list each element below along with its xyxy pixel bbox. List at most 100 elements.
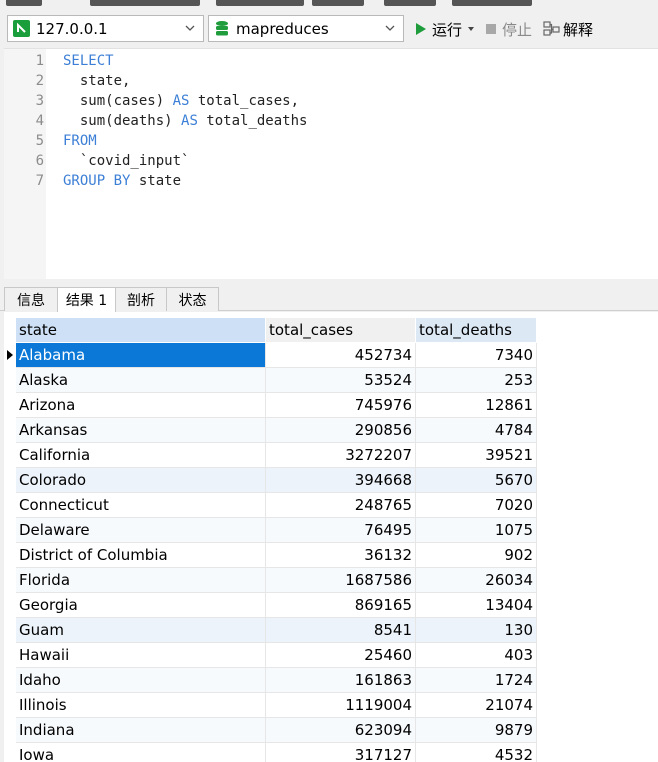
cell-total-deaths[interactable]: 13404	[416, 593, 537, 618]
tab-profile[interactable]: 剖析	[115, 287, 167, 311]
stop-button[interactable]: 停止	[486, 18, 532, 40]
table-row[interactable]: Arkansas 290856 4784	[4, 418, 537, 443]
row-header[interactable]	[4, 493, 16, 518]
row-header[interactable]	[4, 593, 16, 618]
cell-total-deaths[interactable]: 5670	[416, 468, 537, 493]
cell-total-deaths[interactable]: 4532	[416, 743, 537, 762]
table-row[interactable]: Arizona 745976 12861	[4, 393, 537, 418]
cell-state[interactable]: Georgia	[16, 593, 266, 618]
cell-total-cases[interactable]: 76495	[266, 518, 416, 543]
cell-total-cases[interactable]: 452734	[266, 343, 416, 368]
cell-total-cases[interactable]: 745976	[266, 393, 416, 418]
table-row[interactable]: Indiana 623094 9879	[4, 718, 537, 743]
table-row[interactable]: Georgia 869165 13404	[4, 593, 537, 618]
cell-state[interactable]: California	[16, 443, 266, 468]
cell-total-cases[interactable]: 248765	[266, 493, 416, 518]
cell-total-deaths[interactable]: 902	[416, 543, 537, 568]
run-button[interactable]: 运行	[416, 18, 475, 40]
table-row[interactable]: Iowa 317127 4532	[4, 743, 537, 762]
cell-total-cases[interactable]: 1119004	[266, 693, 416, 718]
cell-total-deaths[interactable]: 39521	[416, 443, 537, 468]
table-row[interactable]: Guam 8541 130	[4, 618, 537, 643]
table-row[interactable]: California 3272207 39521	[4, 443, 537, 468]
row-header[interactable]	[4, 643, 16, 668]
cell-total-deaths[interactable]: 4784	[416, 418, 537, 443]
row-header[interactable]	[4, 368, 16, 393]
cell-state[interactable]: Illinois	[16, 693, 266, 718]
row-header[interactable]	[4, 693, 16, 718]
cell-total-cases[interactable]: 8541	[266, 618, 416, 643]
row-header[interactable]	[4, 443, 16, 468]
cell-total-deaths[interactable]: 12861	[416, 393, 537, 418]
table-row[interactable]: Alabama 452734 7340	[4, 343, 537, 368]
cell-total-deaths[interactable]: 21074	[416, 693, 537, 718]
table-row[interactable]: Alaska 53524 253	[4, 368, 537, 393]
cell-total-cases[interactable]: 161863	[266, 668, 416, 693]
row-header[interactable]	[4, 743, 16, 762]
column-header-total-deaths[interactable]: total_deaths	[416, 318, 537, 342]
row-header[interactable]	[4, 618, 16, 643]
table-row[interactable]: Connecticut 248765 7020	[4, 493, 537, 518]
cell-state[interactable]: Arkansas	[16, 418, 266, 443]
cell-total-cases[interactable]: 3272207	[266, 443, 416, 468]
table-row[interactable]: Florida 1687586 26034	[4, 568, 537, 593]
cell-state[interactable]: Iowa	[16, 743, 266, 762]
row-header[interactable]	[4, 418, 16, 443]
connection-select[interactable]: 127.0.0.1	[7, 15, 204, 42]
row-header[interactable]	[4, 718, 16, 743]
cell-state[interactable]: Idaho	[16, 668, 266, 693]
cell-total-deaths[interactable]: 7340	[416, 343, 537, 368]
cell-total-deaths[interactable]: 253	[416, 368, 537, 393]
row-header[interactable]	[4, 568, 16, 593]
cell-total-cases[interactable]: 394668	[266, 468, 416, 493]
cell-state[interactable]: Alabama	[16, 343, 266, 368]
sql-editor[interactable]: 1 SELECT 2 state, 3 sum(cases) AS total_cas…	[4, 48, 658, 279]
cell-state[interactable]: Guam	[16, 618, 266, 643]
table-row[interactable]: District of Columbia 36132 902	[4, 543, 537, 568]
cell-total-cases[interactable]: 25460	[266, 643, 416, 668]
cell-total-deaths[interactable]: 26034	[416, 568, 537, 593]
database-select[interactable]: mapreduces	[208, 15, 404, 42]
cell-state[interactable]: Colorado	[16, 468, 266, 493]
explain-button[interactable]: 解释	[543, 18, 593, 40]
cell-total-deaths[interactable]: 130	[416, 618, 537, 643]
cell-total-deaths[interactable]: 1075	[416, 518, 537, 543]
cell-total-cases[interactable]: 36132	[266, 543, 416, 568]
row-header[interactable]	[4, 518, 16, 543]
cell-total-deaths[interactable]: 7020	[416, 493, 537, 518]
dropdown-arrow-icon[interactable]	[468, 27, 475, 31]
column-header-total-cases[interactable]: total_cases	[266, 318, 416, 342]
cell-state[interactable]: District of Columbia	[16, 543, 266, 568]
cell-total-cases[interactable]: 317127	[266, 743, 416, 762]
cell-total-cases[interactable]: 869165	[266, 593, 416, 618]
row-header[interactable]	[4, 668, 16, 693]
cell-total-cases[interactable]: 623094	[266, 718, 416, 743]
cell-state[interactable]: Alaska	[16, 368, 266, 393]
cell-total-cases[interactable]: 290856	[266, 418, 416, 443]
cell-state[interactable]: Indiana	[16, 718, 266, 743]
cell-total-cases[interactable]: 53524	[266, 368, 416, 393]
table-row[interactable]: Illinois 1119004 21074	[4, 693, 537, 718]
cell-total-deaths[interactable]: 1724	[416, 668, 537, 693]
cell-state[interactable]: Delaware	[16, 518, 266, 543]
row-header[interactable]	[4, 543, 16, 568]
table-row[interactable]: Hawaii 25460 403	[4, 643, 537, 668]
tab-info[interactable]: 信息	[4, 287, 58, 311]
cell-total-cases[interactable]: 1687586	[266, 568, 416, 593]
cell-state[interactable]: Connecticut	[16, 493, 266, 518]
tab-result-1[interactable]: 结果 1	[57, 287, 116, 312]
row-header[interactable]	[4, 468, 16, 493]
table-row[interactable]: Colorado 394668 5670	[4, 468, 537, 493]
table-row[interactable]: Delaware 76495 1075	[4, 518, 537, 543]
cell-state[interactable]: Florida	[16, 568, 266, 593]
table-row[interactable]: Idaho 161863 1724	[4, 668, 537, 693]
column-header-state[interactable]: state	[16, 318, 266, 342]
tab-status[interactable]: 状态	[166, 287, 219, 311]
cell-state[interactable]: Arizona	[16, 393, 266, 418]
cell-total-deaths[interactable]: 9879	[416, 718, 537, 743]
row-header[interactable]	[4, 393, 16, 418]
cell-total-deaths[interactable]: 403	[416, 643, 537, 668]
results-grid[interactable]: state total_cases total_deaths Alabama 45…	[4, 312, 658, 762]
row-header[interactable]	[4, 343, 16, 368]
cell-state[interactable]: Hawaii	[16, 643, 266, 668]
